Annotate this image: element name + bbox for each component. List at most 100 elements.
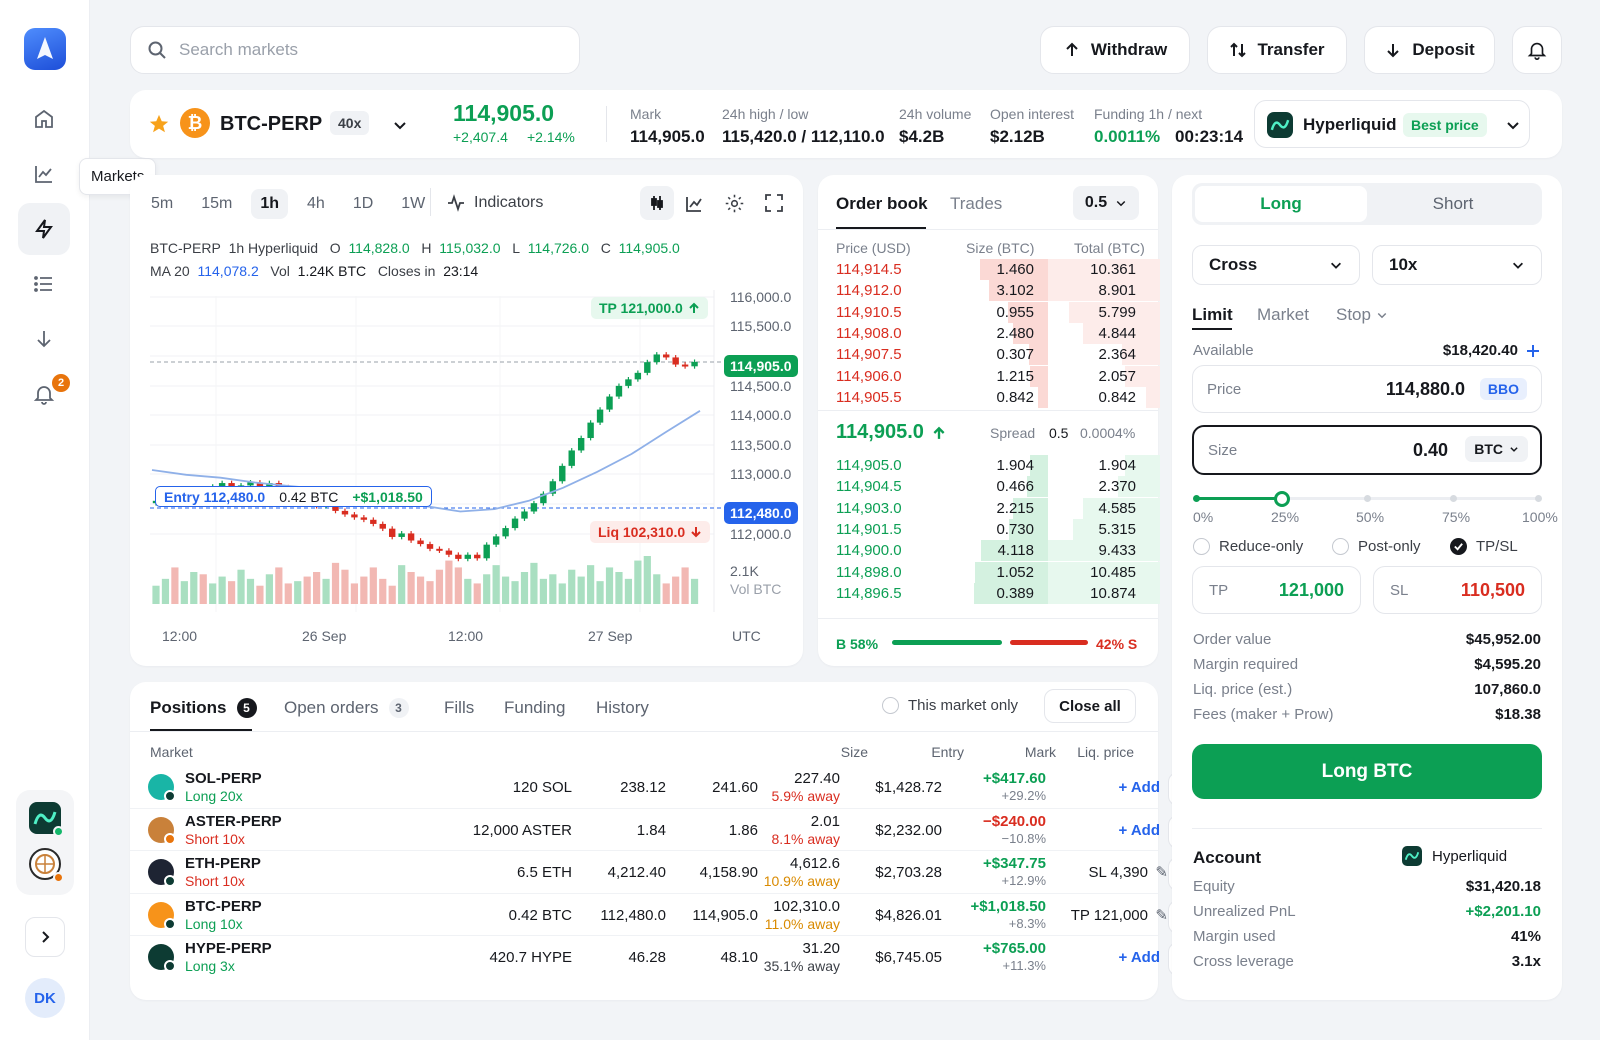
volume-bar: [199, 574, 207, 604]
candle-body: [691, 361, 698, 367]
tab-open-orders[interactable]: Open orders 3: [284, 698, 409, 718]
volume-bar: [511, 581, 519, 604]
size-unit-select[interactable]: BTC: [1465, 436, 1528, 462]
slider-stop[interactable]: [1193, 495, 1200, 502]
volume-bar: [275, 567, 283, 604]
slider-stop[interactable]: [1535, 495, 1542, 502]
candle-body: [492, 536, 500, 545]
position-row[interactable]: ASTER-PERP Short 10x 12,000 ASTER 1.84 1.86 2…: [130, 807, 1240, 853]
volume-bar: [492, 565, 500, 604]
close-all-button[interactable]: Close all: [1044, 689, 1136, 723]
volume-bar: [313, 572, 321, 604]
position-row[interactable]: ETH-PERP Short 10x 6.5 ETH 4,212.40 4,158.90…: [130, 850, 1240, 895]
add-tpsl-button[interactable]: + Add: [1118, 822, 1160, 839]
position-market: BTC-PERP: [185, 897, 262, 915]
tick-size-select[interactable]: 0.5: [1073, 186, 1139, 220]
volume-bar: [690, 578, 699, 604]
tab-order-book[interactable]: Order book: [836, 194, 928, 214]
summary-value: 107,860.0: [1474, 681, 1541, 698]
size-slider[interactable]: [1193, 491, 1542, 507]
bid-row[interactable]: 114,900.0 4.118 9.433: [818, 540, 1160, 562]
chevron-down-icon: [1116, 200, 1126, 207]
bid-row[interactable]: 114,904.5 0.466 2.370: [818, 476, 1160, 498]
size-input[interactable]: 0.40: [1413, 440, 1448, 461]
order-type-market[interactable]: Market: [1257, 305, 1309, 325]
long-tab[interactable]: Long: [1195, 186, 1367, 222]
position-market: HYPE-PERP: [185, 940, 272, 957]
short-tab[interactable]: Short: [1367, 186, 1539, 222]
tab-fills[interactable]: Fills: [444, 698, 474, 718]
tab-trades[interactable]: Trades: [950, 194, 1002, 214]
arrow-up-icon: [933, 426, 945, 439]
ask-row[interactable]: 114,914.5 1.460 10.361: [818, 259, 1160, 280]
bid-row[interactable]: 114,903.0 2.215 4.585: [818, 497, 1160, 519]
price-field[interactable]: Price 114,880.0 BBO: [1192, 365, 1542, 413]
leverage-select[interactable]: 10x: [1372, 245, 1542, 285]
edit-icon[interactable]: ✎: [1155, 906, 1168, 924]
volume-bar: [615, 572, 623, 604]
bid-row[interactable]: 114,905.0 1.904 1.904: [818, 455, 1160, 476]
tab-history[interactable]: History: [596, 698, 649, 718]
volume-bar: [501, 576, 510, 604]
bid-row[interactable]: 114,898.0 1.052 10.485: [818, 561, 1160, 583]
volume-bar: [558, 583, 566, 604]
tp-field[interactable]: TP 121,000: [1192, 566, 1361, 614]
ask-row[interactable]: 114,906.0 1.215 2.057: [818, 365, 1160, 387]
candle-body: [417, 540, 424, 545]
ask-row[interactable]: 114,912.0 3.102 8.901: [818, 280, 1160, 302]
tab-funding[interactable]: Funding: [504, 698, 565, 718]
ask-row[interactable]: 114,907.5 0.307 2.364: [818, 344, 1160, 366]
submit-long-button[interactable]: Long BTC: [1192, 744, 1542, 799]
sl-field[interactable]: SL 110,500: [1373, 566, 1542, 614]
candle-body: [653, 354, 660, 363]
this-market-only-checkbox[interactable]: This market only: [882, 697, 1018, 714]
column-header: Entry: [931, 744, 964, 760]
price-input[interactable]: 114,880.0: [1386, 379, 1465, 400]
slider-handle[interactable]: [1273, 491, 1290, 507]
summary-value: $45,952.00: [1465, 631, 1541, 648]
size-field[interactable]: Size 0.40 BTC: [1192, 425, 1542, 475]
order-type-stop[interactable]: Stop: [1336, 305, 1388, 325]
ask-row[interactable]: 114,905.5 0.842 0.842: [818, 386, 1160, 408]
check-icon: [1454, 543, 1463, 551]
volume-bar: [256, 585, 264, 604]
bbo-button[interactable]: BBO: [1479, 378, 1527, 400]
add-tpsl-button[interactable]: + Add: [1118, 949, 1160, 966]
entry-price-tag: 112,480.0: [724, 502, 798, 524]
tab-positions[interactable]: Positions 5: [150, 698, 257, 718]
spread-pct: 0.0004%: [1080, 425, 1136, 441]
coin-icon: [148, 859, 176, 887]
volume-bar: [379, 578, 387, 604]
margin-mode-select[interactable]: Cross: [1192, 245, 1360, 285]
volume-bar: [209, 583, 217, 604]
position-row[interactable]: HYPE-PERP Long 3x 420.7 HYPE 46.28 48.10 31.2…: [130, 935, 1240, 980]
candle-body: [587, 422, 594, 439]
position-row[interactable]: SOL-PERP Long 20x 120 SOL 238.12 241.60 227.4…: [148, 768, 1240, 810]
volume-bar: [653, 574, 661, 604]
volume-bar: [596, 581, 604, 604]
bid-row[interactable]: 114,896.5 0.389 10.874: [818, 582, 1160, 604]
hyperliquid-icon: [1402, 846, 1422, 866]
ask-row[interactable]: 114,910.5 0.955 5.799: [818, 301, 1160, 323]
y-tick: 116,000.0: [730, 289, 792, 305]
edit-icon[interactable]: ✎: [1155, 863, 1168, 881]
add-tpsl-button[interactable]: + Add: [1118, 779, 1160, 796]
tp-input[interactable]: 121,000: [1279, 580, 1344, 601]
entry-line-label[interactable]: Entry 112,480.0 0.42 BTC +$1,018.50: [155, 486, 432, 507]
tpsl-checkbox[interactable]: TP/SL: [1450, 538, 1518, 555]
order-type-limit[interactable]: Limit: [1192, 305, 1233, 325]
post-only-checkbox[interactable]: Post-only: [1332, 538, 1421, 555]
position-market: ASTER-PERP: [185, 812, 282, 830]
position-row[interactable]: BTC-PERP Long 10x 0.42 BTC 112,480.0 114,905…: [130, 892, 1240, 938]
volume-bar: [284, 583, 292, 604]
plus-icon[interactable]: [1526, 344, 1540, 358]
summary-value: $4,595.20: [1474, 656, 1541, 673]
account-venue[interactable]: Hyperliquid: [1402, 846, 1507, 866]
sl-input[interactable]: 110,500: [1461, 580, 1525, 601]
slider-stop[interactable]: [1364, 495, 1371, 502]
bid-row[interactable]: 114,901.5 0.730 5.315: [818, 518, 1160, 540]
volume-bar: [530, 562, 538, 604]
reduce-only-checkbox[interactable]: Reduce-only: [1193, 538, 1303, 555]
slider-stop[interactable]: [1449, 495, 1457, 502]
ask-row[interactable]: 114,908.0 2.480 4.844: [818, 322, 1160, 344]
